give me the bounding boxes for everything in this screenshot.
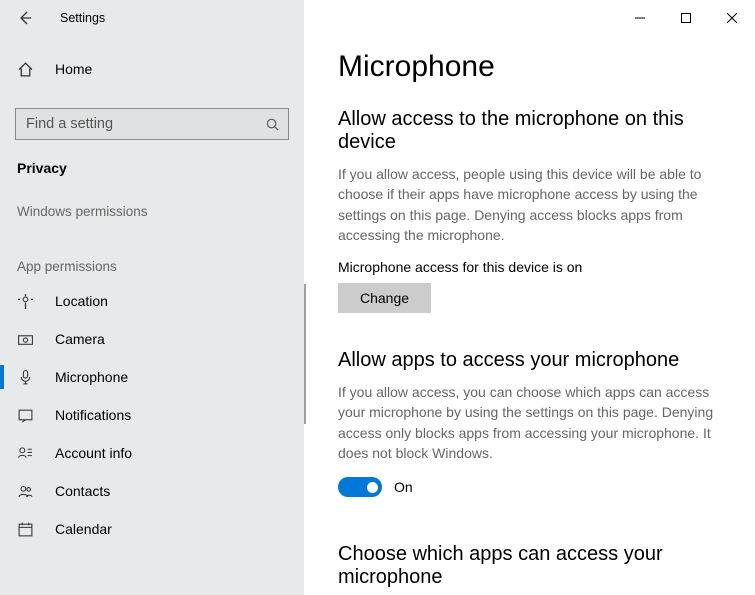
titlebar: Settings xyxy=(0,0,755,36)
account-info-icon xyxy=(17,445,37,462)
search-input[interactable] xyxy=(24,115,265,133)
location-icon xyxy=(17,293,37,310)
sidebar-search xyxy=(15,108,289,140)
sidebar-group-app-permissions: App permissions xyxy=(0,227,304,282)
sidebar-item-label: Contacts xyxy=(55,483,110,499)
window-title: Settings xyxy=(60,11,105,25)
home-icon xyxy=(17,61,37,78)
sidebar-item-label: Microphone xyxy=(55,369,128,385)
sidebar-item-label: Notifications xyxy=(55,407,131,423)
maximize-icon xyxy=(681,13,691,23)
sidebar-item-account-info[interactable]: Account info xyxy=(0,434,304,472)
allow-apps-toggle-row: On xyxy=(338,477,721,497)
page-title: Microphone xyxy=(338,50,721,84)
microphone-icon xyxy=(17,369,37,386)
sidebar-group-windows-permissions: Windows permissions xyxy=(0,182,304,227)
contacts-icon xyxy=(17,483,37,500)
sidebar-item-calendar[interactable]: Calendar xyxy=(0,510,304,548)
main-panel: Microphone Allow access to the microphon… xyxy=(304,36,755,595)
sidebar-item-label: Account info xyxy=(55,445,132,461)
search-icon xyxy=(265,117,280,132)
minimize-icon xyxy=(635,13,645,23)
sidebar-item-label: Camera xyxy=(55,331,105,347)
sidebar-item-location[interactable]: Location xyxy=(0,282,304,320)
maximize-button[interactable] xyxy=(663,2,709,34)
sidebar: Home Privacy Windows permissions App per… xyxy=(0,36,304,595)
back-button[interactable] xyxy=(10,3,40,33)
sidebar-item-microphone[interactable]: Microphone xyxy=(0,358,304,396)
allow-apps-toggle-label: On xyxy=(394,479,413,495)
section-allow-apps-title: Allow apps to access your microphone xyxy=(338,349,721,372)
close-button[interactable] xyxy=(709,2,755,34)
device-access-status: Microphone access for this device is on xyxy=(338,259,721,275)
close-icon xyxy=(727,13,737,23)
sidebar-item-camera[interactable]: Camera xyxy=(0,320,304,358)
back-arrow-icon xyxy=(17,10,33,26)
sidebar-item-contacts[interactable]: Contacts xyxy=(0,472,304,510)
sidebar-item-label: Location xyxy=(55,293,108,309)
calendar-icon xyxy=(17,521,37,538)
sidebar-item-notifications[interactable]: Notifications xyxy=(0,396,304,434)
search-box[interactable] xyxy=(15,108,289,140)
sidebar-item-label: Calendar xyxy=(55,521,112,537)
sidebar-category: Privacy xyxy=(0,146,304,182)
scroll-indicator[interactable] xyxy=(304,284,306,424)
sidebar-home[interactable]: Home xyxy=(0,50,304,88)
change-button[interactable]: Change xyxy=(338,283,431,313)
section-allow-device-title: Allow access to the microphone on this d… xyxy=(338,108,721,154)
section-allow-apps-desc: If you allow access, you can choose whic… xyxy=(338,382,718,463)
section-choose-apps-title: Choose which apps can access your microp… xyxy=(338,543,721,589)
allow-apps-toggle[interactable] xyxy=(338,477,382,497)
content-area: Home Privacy Windows permissions App per… xyxy=(0,36,755,595)
camera-icon xyxy=(17,331,37,348)
minimize-button[interactable] xyxy=(617,2,663,34)
notifications-icon xyxy=(17,407,37,424)
window-controls xyxy=(617,2,755,34)
sidebar-home-label: Home xyxy=(55,61,92,77)
section-allow-device-desc: If you allow access, people using this d… xyxy=(338,164,718,245)
